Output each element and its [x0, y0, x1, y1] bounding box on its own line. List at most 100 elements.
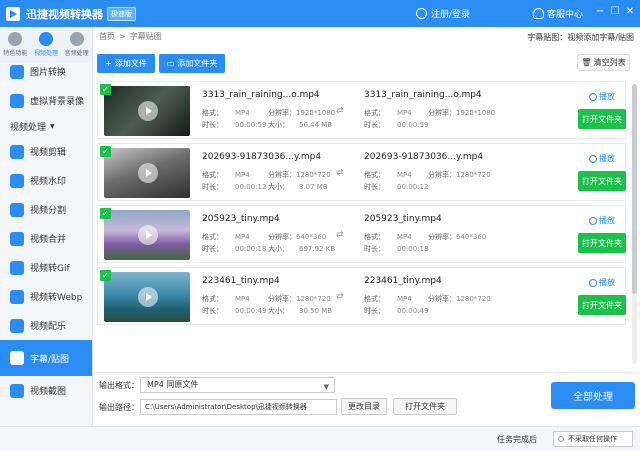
- play-label: 播放: [599, 92, 615, 101]
- source-duration: 时长： 00:00:49: [202, 306, 266, 316]
- file-row[interactable]: ✓ 223461_tiny.mp4 格式： MP4 分辨率：1280*720 时长…: [97, 267, 626, 325]
- after-done-select[interactable]: 不采取任何操作: [553, 431, 633, 447]
- output-format-select[interactable]: MP4 同原文件 ▼: [140, 377, 335, 393]
- list-scrollbar[interactable]: [632, 84, 637, 364]
- sidebar-item-label: 视频分割: [30, 206, 67, 216]
- open-folder-button[interactable]: 打开文件夹: [578, 295, 626, 315]
- video-thumbnail: [104, 272, 190, 322]
- scrollbar-thumb[interactable]: [632, 84, 637, 294]
- sidebar-item-label: 视频截图: [30, 387, 67, 397]
- play-label: 播放: [599, 154, 615, 163]
- file-row[interactable]: ✓ 205923_tiny.mp4 格式： MP4 分辨率：640*360 时长：…: [97, 205, 626, 263]
- convert-arrow-icon: ⇄: [336, 168, 344, 178]
- duration-value: 00:00:49: [397, 307, 429, 315]
- webp-icon: [10, 289, 24, 304]
- format-label: 格式：: [364, 295, 385, 303]
- output-settings: 输出格式： MP4 同原文件 ▼ 输出路径： C:\Users\Administr…: [93, 372, 640, 426]
- duration-label: 时长：: [364, 245, 385, 253]
- sidebar-item-virtual-bg[interactable]: 虚拟背景录像: [0, 86, 92, 115]
- output-format: 格式： MP4: [364, 294, 412, 304]
- sidebar-item-split[interactable]: 视频分割: [0, 195, 92, 224]
- checkmark-icon[interactable]: ✓: [100, 270, 111, 281]
- breadcrumb: 首页 > 字幕贴图 字幕贴图：视频添加字幕/贴图: [93, 27, 640, 46]
- edition-badge: 极速版: [107, 6, 136, 21]
- output-path-field[interactable]: C:\Users\Administrator\Desktop\迅捷视频转换器: [140, 399, 337, 415]
- source-resolution: 分辨率：1280*720: [268, 170, 331, 180]
- toolbar: + 添加文件 ▭ 添加文件夹 🗑 清空列表: [93, 52, 640, 74]
- size-label: 大小：: [268, 121, 289, 129]
- source-filename: 202693-91873036...y.mp4: [202, 152, 322, 162]
- format-label: 格式：: [202, 171, 223, 179]
- play-button[interactable]: 播放: [589, 215, 615, 226]
- sidebar-item-edit[interactable]: 视频剪辑: [0, 137, 92, 166]
- sidebar-item-label: 视频配乐: [30, 322, 67, 332]
- app-logo-icon: [6, 6, 20, 21]
- checkmark-icon[interactable]: ✓: [100, 208, 111, 219]
- sidebar-section-video[interactable]: 视频处理 ▼: [0, 115, 92, 137]
- source-format: 格式： MP4: [202, 108, 250, 118]
- source-filename: 205923_tiny.mp4: [202, 214, 280, 224]
- open-folder-button[interactable]: 打开文件夹: [578, 171, 626, 191]
- resolution-value: 1920*1080: [456, 109, 496, 117]
- resolution-value: 1920*1080: [296, 109, 336, 117]
- clear-list-button[interactable]: 🗑 清空列表: [577, 54, 630, 71]
- format-value: MP4: [235, 295, 250, 303]
- breadcrumb-home[interactable]: 首页: [99, 31, 115, 42]
- sidebar-item-label: 视频水印: [30, 177, 67, 187]
- duration-value: 00:00:49: [235, 307, 267, 315]
- open-folder-button[interactable]: 打开文件夹: [578, 109, 626, 129]
- play-circle-icon: [589, 154, 597, 163]
- resolution-label: 分辨率：: [428, 295, 456, 303]
- resolution-value: 640*360: [296, 233, 327, 241]
- sidebar-item-screenshot[interactable]: 视频截图: [0, 376, 92, 405]
- file-row[interactable]: ✓ 3313_rain_raining...o.mp4 格式： MP4 分辨率：1…: [97, 81, 626, 139]
- open-output-folder-button[interactable]: 打开文件夹: [393, 398, 457, 415]
- scissors-icon: [10, 144, 24, 159]
- play-button[interactable]: 播放: [589, 91, 615, 102]
- minimize-button[interactable]: −: [592, 4, 608, 20]
- resolution-label: 分辨率：: [268, 171, 296, 179]
- add-file-button[interactable]: + 添加文件: [97, 54, 155, 73]
- play-icon[interactable]: [138, 163, 158, 183]
- play-button[interactable]: 播放: [589, 277, 615, 288]
- sidebar-item-gif[interactable]: 视频转Gif: [0, 253, 92, 282]
- duration-value: 00:00:59: [235, 121, 267, 129]
- headset-icon: [533, 8, 544, 19]
- add-folder-button[interactable]: ▭ 添加文件夹: [159, 54, 225, 73]
- output-resolution: 分辨率：1280*720: [428, 170, 491, 180]
- change-dir-button[interactable]: 更改目录: [341, 398, 387, 415]
- output-duration: 时长： 00:00:18: [364, 244, 428, 254]
- customer-service-button[interactable]: 客服中心: [533, 7, 583, 20]
- plus-icon: +: [105, 59, 112, 68]
- sidebar-item-music[interactable]: 视频配乐: [0, 311, 92, 340]
- source-format: 格式： MP4: [202, 232, 250, 242]
- resolution-label: 分辨率：: [268, 295, 296, 303]
- source-resolution: 分辨率：1920*1080: [268, 108, 335, 118]
- checkmark-icon[interactable]: ✓: [100, 84, 111, 95]
- source-resolution: 分辨率：1280*720: [268, 294, 331, 304]
- sidebar-item-image-convert[interactable]: 图片转换: [0, 57, 92, 86]
- sidebar-item-label: 图片转换: [30, 68, 67, 78]
- play-icon[interactable]: [138, 101, 158, 121]
- play-button[interactable]: 播放: [589, 153, 615, 164]
- sidebar-item-merge[interactable]: 视频合并: [0, 224, 92, 253]
- source-format: 格式： MP4: [202, 170, 250, 180]
- size-label: 大小：: [268, 307, 289, 315]
- format-value: MP4: [235, 109, 250, 117]
- convert-all-button[interactable]: 全部处理: [551, 382, 635, 409]
- open-folder-button[interactable]: 打开文件夹: [578, 233, 626, 253]
- folder-icon: ▭: [166, 59, 175, 68]
- login-button[interactable]: 注册/登录: [416, 7, 470, 20]
- file-row[interactable]: ✓ 202693-91873036...y.mp4 格式： MP4 分辨率：128…: [97, 143, 626, 201]
- duration-label: 时长：: [364, 183, 385, 191]
- play-icon[interactable]: [138, 287, 158, 307]
- sidebar-item-subtitle[interactable]: 字幕/贴图: [0, 340, 92, 376]
- close-button[interactable]: ✕: [622, 4, 638, 20]
- play-icon[interactable]: [138, 225, 158, 245]
- resolution-value: 1280*720: [296, 295, 331, 303]
- convert-arrow-icon: ⇄: [336, 292, 344, 302]
- sidebar-item-watermark[interactable]: 视频水印: [0, 166, 92, 195]
- checkmark-icon[interactable]: ✓: [100, 146, 111, 157]
- sidebar-item-webp[interactable]: 视频转Webp: [0, 282, 92, 311]
- maximize-button[interactable]: ☐: [607, 4, 623, 20]
